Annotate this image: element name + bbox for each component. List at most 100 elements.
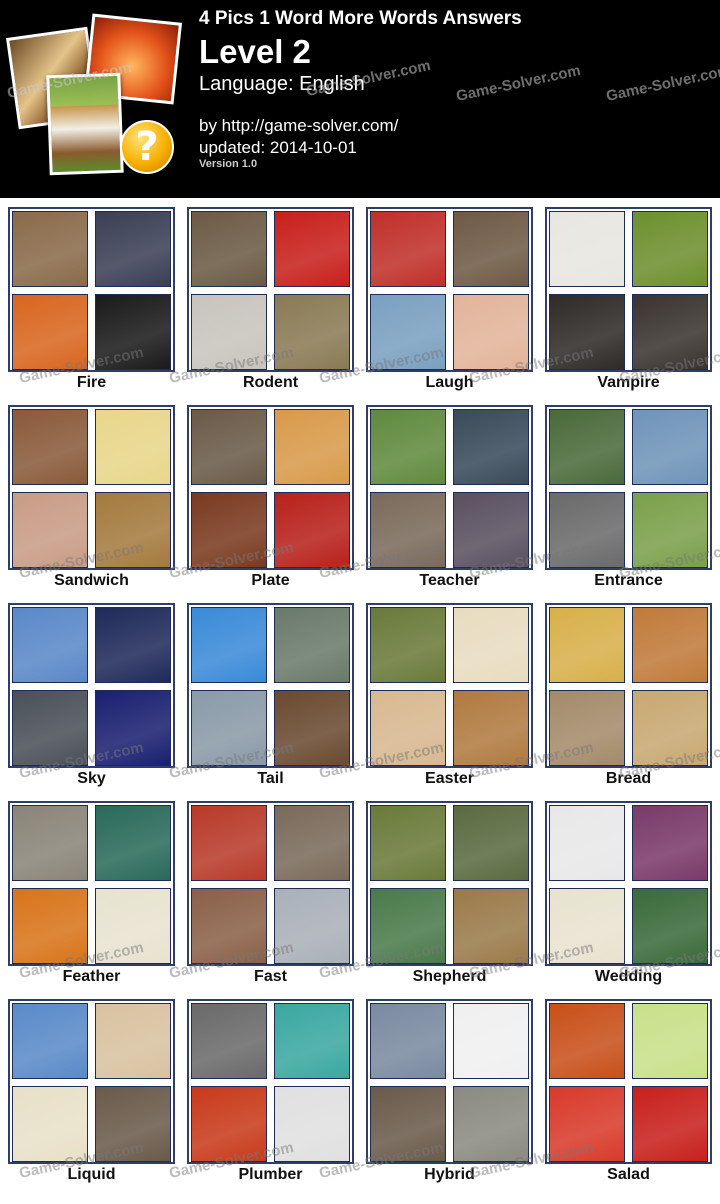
puzzle-photo — [632, 607, 708, 683]
puzzle-card[interactable]: Vampire — [545, 207, 712, 397]
puzzle-photo — [95, 888, 171, 964]
puzzle-image-frame — [366, 603, 533, 768]
puzzle-photo — [370, 607, 446, 683]
puzzle-photo — [370, 409, 446, 485]
puzzle-photo — [453, 1086, 529, 1162]
puzzle-photo — [191, 888, 267, 964]
puzzle-photo — [12, 211, 88, 287]
answer-label: Feather — [62, 968, 121, 985]
puzzle-photo — [453, 492, 529, 568]
puzzle-card[interactable]: Salad — [545, 999, 712, 1189]
answer-label: Salad — [607, 1166, 650, 1183]
puzzle-card[interactable]: Plate — [187, 405, 354, 595]
puzzle-card[interactable]: Wedding — [545, 801, 712, 991]
puzzle-card[interactable]: Teacher — [366, 405, 533, 595]
answer-label: Bread — [605, 770, 652, 787]
puzzle-card[interactable]: Entrance — [545, 405, 712, 595]
header: ? 4 Pics 1 Word More Words Answers Level… — [0, 0, 720, 198]
puzzle-photo — [274, 294, 350, 370]
puzzle-photo — [12, 690, 88, 766]
updated-date: updated: 2014-10-01 — [199, 138, 357, 157]
watermark: Game-Solver.com — [604, 62, 720, 105]
answer-label: Liquid — [67, 1166, 116, 1183]
puzzle-photo — [12, 1086, 88, 1162]
puzzle-card[interactable]: Liquid — [8, 999, 175, 1189]
puzzle-image-frame — [545, 603, 712, 768]
puzzle-card[interactable]: Bread — [545, 603, 712, 793]
answer-label: Rodent — [242, 374, 299, 391]
puzzle-card[interactable]: Sandwich — [8, 405, 175, 595]
puzzle-image-frame — [545, 801, 712, 966]
puzzle-photo — [12, 607, 88, 683]
puzzle-photo — [274, 1003, 350, 1079]
language-label: Language: English — [199, 73, 365, 95]
puzzle-photo — [95, 1003, 171, 1079]
puzzle-card[interactable]: Shepherd — [366, 801, 533, 991]
puzzle-photo — [453, 211, 529, 287]
puzzle-photo — [632, 1086, 708, 1162]
puzzle-photo — [274, 409, 350, 485]
source-link[interactable]: by http://game-solver.com/ — [199, 116, 398, 136]
puzzle-photo — [95, 805, 171, 881]
puzzle-photo — [191, 1086, 267, 1162]
puzzle-photo — [549, 492, 625, 568]
puzzle-card[interactable]: Easter — [366, 603, 533, 793]
puzzle-card[interactable]: Laugh — [366, 207, 533, 397]
puzzle-card[interactable]: Rodent — [187, 207, 354, 397]
puzzle-photo — [453, 409, 529, 485]
puzzle-image-frame — [545, 999, 712, 1164]
puzzle-card[interactable]: Sky — [8, 603, 175, 793]
puzzle-photo — [549, 409, 625, 485]
puzzle-photo — [95, 492, 171, 568]
puzzle-photo — [274, 888, 350, 964]
puzzle-photo — [12, 409, 88, 485]
puzzle-photo — [549, 1003, 625, 1079]
puzzle-photo — [632, 805, 708, 881]
answer-label: Fast — [254, 968, 287, 985]
puzzle-photo — [191, 805, 267, 881]
app-logo: ? — [5, 13, 183, 182]
puzzle-photo — [549, 888, 625, 964]
puzzle-photo — [95, 690, 171, 766]
logo-photo-beagle — [46, 72, 124, 176]
puzzle-image-frame — [8, 207, 175, 372]
puzzle-photo — [632, 888, 708, 964]
puzzle-photo — [370, 1003, 446, 1079]
puzzle-photo — [632, 294, 708, 370]
puzzle-photo — [274, 805, 350, 881]
answer-label: Shepherd — [412, 968, 487, 985]
puzzle-photo — [12, 294, 88, 370]
puzzle-photo — [95, 1086, 171, 1162]
puzzle-photo — [549, 690, 625, 766]
puzzle-photo — [632, 409, 708, 485]
puzzle-photo — [191, 690, 267, 766]
puzzle-card[interactable]: Tail — [187, 603, 354, 793]
puzzle-photo — [632, 690, 708, 766]
puzzle-photo — [274, 492, 350, 568]
puzzle-photo — [549, 1086, 625, 1162]
puzzle-photo — [191, 1003, 267, 1079]
puzzle-photo — [549, 294, 625, 370]
puzzle-photo — [191, 211, 267, 287]
answer-label: Plate — [251, 572, 290, 589]
puzzle-photo — [12, 492, 88, 568]
puzzle-photo — [191, 294, 267, 370]
puzzle-image-frame — [8, 999, 175, 1164]
puzzle-image-frame — [187, 603, 354, 768]
puzzle-card[interactable]: Plumber — [187, 999, 354, 1189]
puzzle-image-frame — [187, 999, 354, 1164]
answer-label: Tail — [257, 770, 284, 787]
puzzle-photo — [12, 888, 88, 964]
puzzle-card[interactable]: Fast — [187, 801, 354, 991]
answer-label: Plumber — [238, 1166, 303, 1183]
version-label: Version 1.0 — [199, 158, 258, 170]
puzzle-photo — [370, 294, 446, 370]
puzzle-card[interactable]: Feather — [8, 801, 175, 991]
puzzle-card[interactable]: Hybrid — [366, 999, 533, 1189]
puzzle-photo — [95, 211, 171, 287]
puzzle-photo — [549, 607, 625, 683]
puzzle-photo — [632, 492, 708, 568]
puzzle-photo — [370, 888, 446, 964]
puzzle-card[interactable]: Fire — [8, 207, 175, 397]
puzzle-photo — [191, 409, 267, 485]
